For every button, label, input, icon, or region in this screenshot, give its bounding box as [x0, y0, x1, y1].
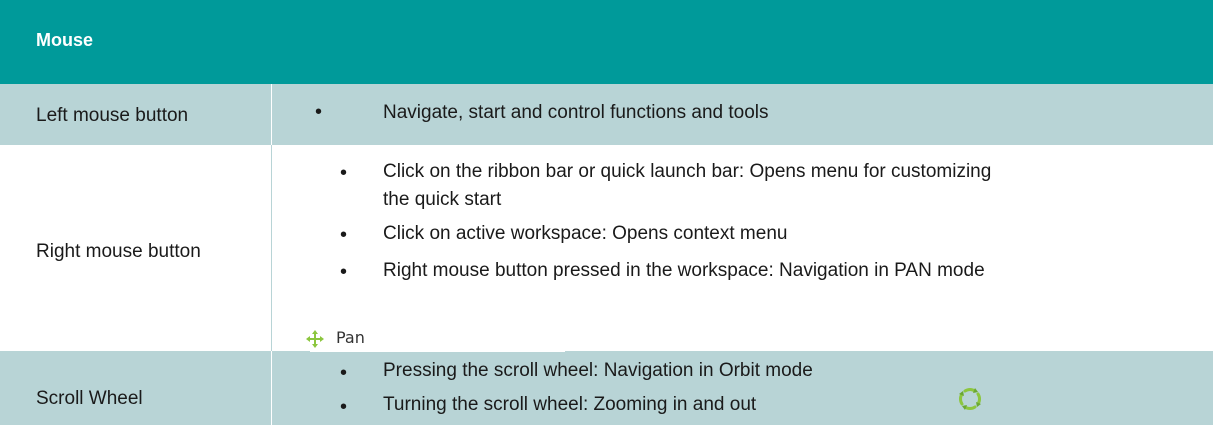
list-item: Navigate, start and control functions an…: [383, 102, 769, 123]
pan-move-arrows-icon: [306, 330, 324, 348]
list-item-continuation: the quick start: [383, 189, 502, 210]
list-item: Turning the scroll wheel: Zooming in and…: [383, 394, 757, 415]
list-item: Click on the ribbon bar or quick launch …: [383, 161, 992, 182]
bullet-icon: •: [340, 362, 348, 384]
column-divider: [271, 145, 272, 351]
table-row-scroll-wheel: Scroll Wheel • Pressing the scroll wheel…: [0, 351, 1213, 425]
pan-mode-label: Pan: [336, 328, 365, 347]
table-header: Mouse: [0, 0, 1213, 84]
orbit-arrows-icon: [959, 388, 981, 410]
header-title: Mouse: [36, 30, 94, 50]
list-item: Right mouse button pressed in the worksp…: [383, 260, 985, 281]
table-row-left-mouse: Left mouse button • Navigate, start and …: [0, 84, 1213, 145]
bullet-icon: •: [340, 261, 348, 283]
row-label-scroll-wheel: Scroll Wheel: [36, 388, 143, 409]
mouse-controls-table: Mouse Left mouse button • Navigate, star…: [0, 0, 1213, 425]
bullet-icon: •: [340, 396, 348, 418]
bullet-icon: •: [340, 162, 348, 184]
row-label-right-mouse: Right mouse button: [36, 241, 201, 262]
bullet-icon: •: [340, 224, 348, 246]
list-item: Pressing the scroll wheel: Navigation in…: [383, 360, 813, 381]
column-divider: [271, 351, 272, 425]
row-label-left-mouse: Left mouse button: [36, 105, 189, 126]
pan-label-background: [310, 349, 565, 352]
bullet-icon: •: [315, 101, 323, 123]
list-item: Click on active workspace: Opens context…: [383, 223, 788, 244]
column-divider: [271, 84, 272, 145]
table-row-right-mouse: Right mouse button • Click on the ribbon…: [0, 145, 1213, 351]
